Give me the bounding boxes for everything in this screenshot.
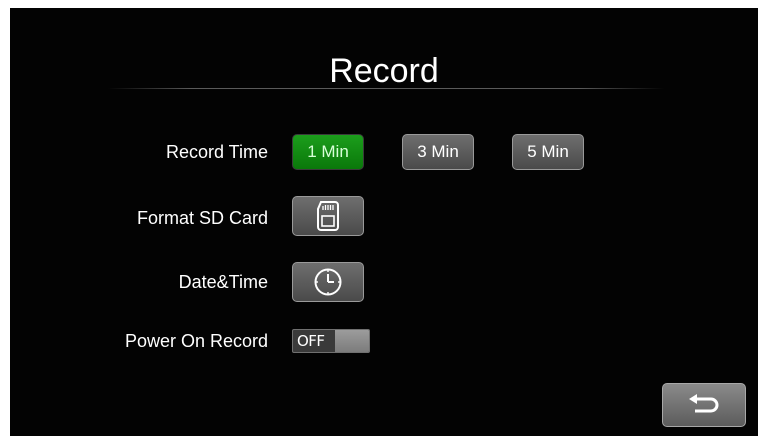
date-time-label: Date&Time (178, 272, 268, 292)
format-sd-card-label: Format SD Card (136, 208, 268, 228)
record-time-1-min-button[interactable]: 1 Min (292, 134, 364, 170)
page-title: Record (329, 52, 439, 90)
format-sd-card-button[interactable] (292, 196, 364, 236)
power-on-record-label: Power On Record (124, 331, 268, 351)
back-button[interactable] (662, 383, 746, 427)
title-divider (108, 88, 664, 89)
back-arrow-icon (689, 394, 719, 413)
record-settings-screen: Record Record Time 1 Min 3 Min 5 Min For… (10, 8, 758, 436)
toggle-knob (335, 330, 369, 352)
date-time-button[interactable] (292, 262, 364, 302)
record-time-label: Record Time (165, 142, 268, 162)
clock-icon (314, 268, 342, 296)
record-time-3-min-button[interactable]: 3 Min (402, 134, 474, 170)
power-on-record-toggle[interactable]: OFF (292, 329, 370, 353)
sd-card-icon (317, 201, 339, 231)
record-time-5-min-button[interactable]: 5 Min (512, 134, 584, 170)
toggle-state-text: OFF (297, 332, 325, 350)
